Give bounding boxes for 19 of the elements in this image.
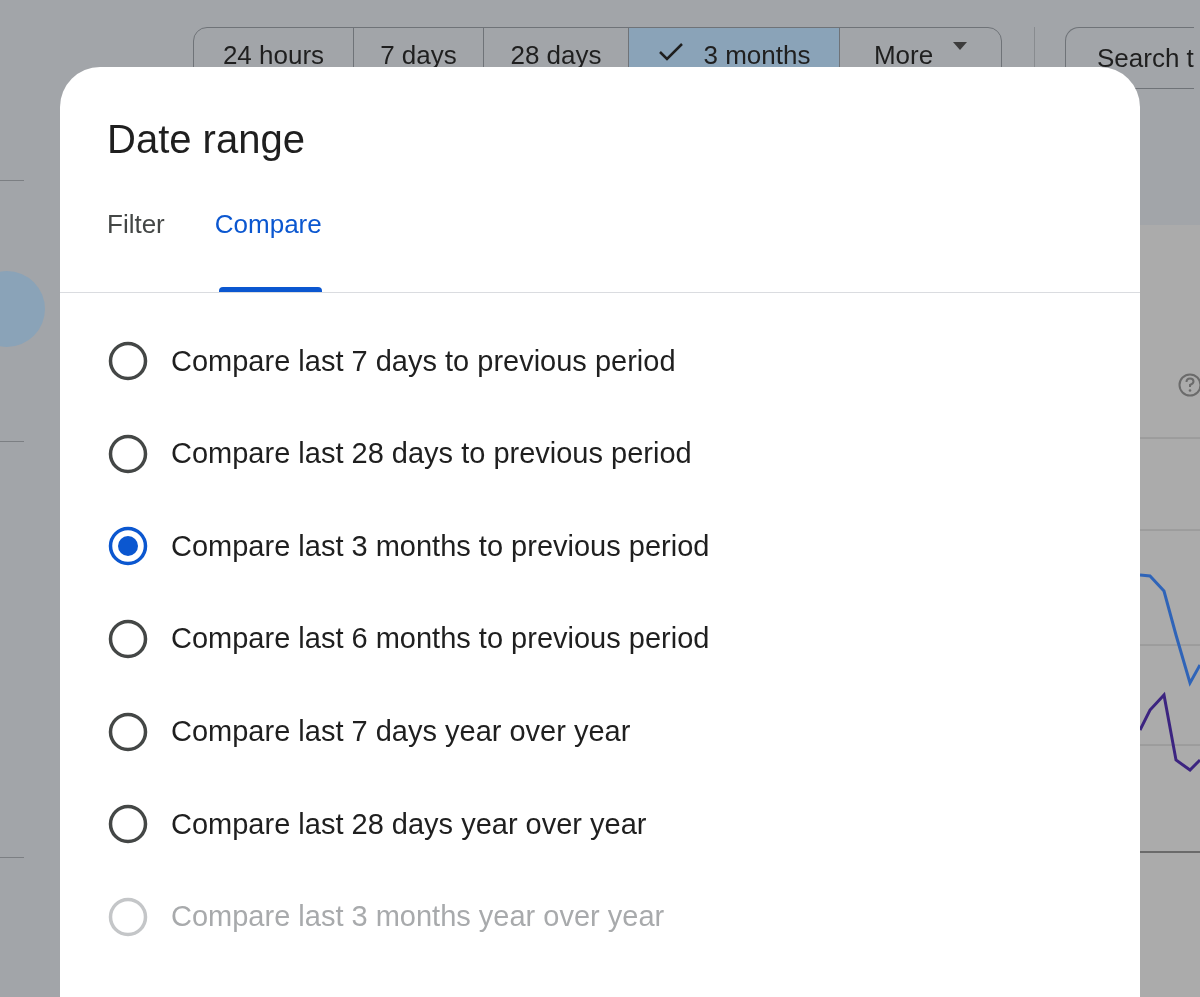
check-icon [657,42,684,62]
date-range-button[interactable]: 24 hours [194,28,353,106]
option-label[interactable]: Compare last 7 days to previous period [171,339,676,384]
radio-button[interactable] [108,804,148,845]
option-label[interactable]: Compare last 6 months to previous period [171,617,710,661]
option-label[interactable]: Compare last 3 months to previous period [171,524,710,569]
radio-button[interactable] [108,433,148,474]
dialog-title: Date range [106,116,306,159]
tab[interactable]: Filter [107,207,165,292]
tab[interactable]: Compare [214,207,322,292]
radio-button[interactable] [108,711,148,752]
help-icon [1178,373,1200,397]
option-label[interactable]: Compare last 28 days to previous period [171,432,692,476]
radio-button[interactable] [108,341,148,382]
radio-button[interactable] [108,619,148,660]
option-label[interactable]: Compare last 28 days year over year [171,802,647,846]
caret-icon [953,42,968,50]
radio-button[interactable] [108,526,148,567]
option-label[interactable]: Compare last 7 days year over year [171,709,631,754]
